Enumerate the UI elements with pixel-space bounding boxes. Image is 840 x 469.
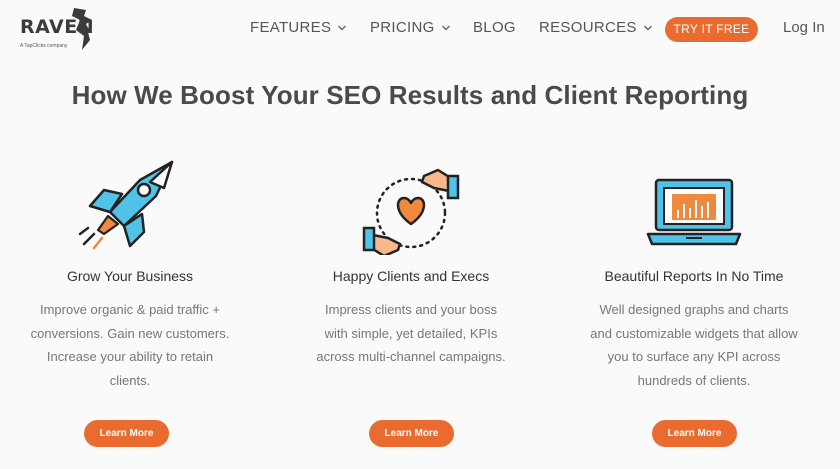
nav-features[interactable]: FEATURES: [250, 19, 347, 36]
feature-title: Grow Your Business: [66, 268, 194, 284]
laptop-chart-icon: [646, 178, 742, 246]
feature-card-grow: Grow Your Business Improve organic & pai…: [0, 150, 260, 447]
feature-description-line: Impress clients and your boss: [325, 302, 497, 317]
brand-logo[interactable]: RAVEN A TapClicks company: [18, 6, 98, 56]
learn-more-button[interactable]: Learn More: [369, 420, 454, 447]
learn-more-button[interactable]: Learn More: [84, 420, 169, 447]
brand-name: RAVEN: [20, 16, 95, 38]
feature-description-line: Improve organic & paid traffic +: [39, 302, 221, 317]
feature-description-line: with simple, yet detailed, KPIs: [324, 325, 498, 341]
feature-description: Improve organic & paid traffic + convers…: [0, 298, 260, 392]
chevron-down-icon: [441, 25, 450, 30]
chevron-down-icon: [338, 25, 347, 30]
feature-title: Beautiful Reports In No Time: [604, 268, 784, 284]
chevron-down-icon: [643, 25, 652, 30]
feature-description-line: Increase your ability to retain: [46, 349, 214, 364]
feature-description-line: hundreds of clients.: [637, 372, 751, 388]
top-nav: RAVEN A TapClicks company FEATURES PRICI…: [0, 0, 840, 60]
nav-resources[interactable]: RESOURCES: [539, 19, 653, 36]
learn-more-button[interactable]: Learn More: [652, 420, 737, 447]
login-link[interactable]: Log In: [783, 19, 825, 36]
try-it-free-button[interactable]: TRY IT FREE: [665, 17, 758, 42]
nav-blog-label: BLOG: [473, 19, 516, 36]
nav-blog[interactable]: BLOG: [473, 19, 516, 36]
feature-description-line: across multi-channel campaigns.: [316, 349, 506, 364]
feature-description: Well designed graphs and charts and cust…: [564, 298, 824, 392]
feature-card-reports: Beautiful Reports In No Time Well design…: [564, 150, 824, 447]
rocket-icon: [78, 160, 174, 250]
feature-description-line: and customizable widgets that allow: [590, 325, 798, 341]
nav-pricing[interactable]: PRICING: [370, 19, 451, 36]
nav-resources-label: RESOURCES: [539, 19, 637, 36]
feature-description-line: conversions. Gain new customers.: [30, 325, 230, 341]
nav-features-label: FEATURES: [250, 19, 332, 36]
feature-description-line: you to surface any KPI across: [607, 349, 781, 364]
page-headline: How We Boost Your SEO Results and Client…: [71, 80, 749, 110]
nav-pricing-label: PRICING: [370, 19, 435, 36]
feature-description-line: Well designed graphs and charts: [599, 302, 789, 317]
hands-heart-icon: [362, 168, 460, 255]
feature-description: Impress clients and your boss with simpl…: [281, 298, 541, 369]
brand-tagline: A TapClicks company: [20, 43, 68, 49]
feature-card-happy-clients: Happy Clients and Execs Impress clients …: [281, 150, 541, 447]
feature-description-line: clients.: [109, 372, 151, 388]
feature-title: Happy Clients and Execs: [332, 268, 490, 284]
